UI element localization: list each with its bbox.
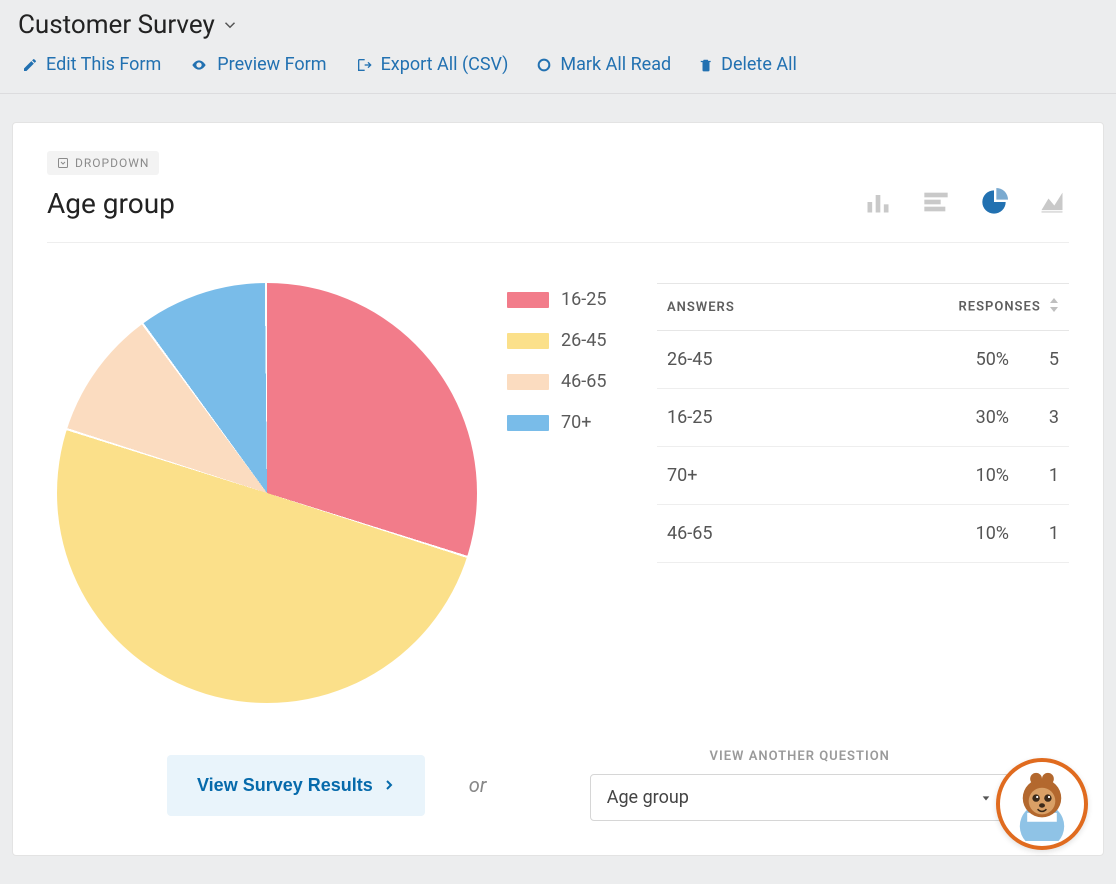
pie-chart-icon <box>977 188 1011 216</box>
table-row: 16-25 30% 3 <box>657 389 1069 447</box>
delete-all-link[interactable]: Delete All <box>699 54 797 75</box>
legend-item: 46-65 <box>507 371 637 392</box>
col-responses[interactable]: RESPONSES <box>909 284 1069 331</box>
legend-swatch <box>507 292 549 308</box>
chevron-down-icon <box>221 16 239 34</box>
legend-item: 16-25 <box>507 289 637 310</box>
view-another-question-label: VIEW ANOTHER QUESTION <box>530 749 1069 764</box>
cell-answer: 16-25 <box>657 389 909 447</box>
field-type-chip: DROPDOWN <box>47 151 159 175</box>
cell-pct: 50% <box>909 331 1019 389</box>
field-type-label: DROPDOWN <box>75 156 149 170</box>
table-row: 70+ 10% 1 <box>657 447 1069 505</box>
horizontal-bar-icon <box>919 188 953 216</box>
mark-all-read-label: Mark All Read <box>560 54 671 75</box>
bar-chart-icon <box>861 188 895 216</box>
cell-answer: 46-65 <box>657 505 909 563</box>
pie-chart <box>57 283 477 703</box>
legend-swatch <box>507 374 549 390</box>
chart-type-line[interactable] <box>1035 188 1069 220</box>
legend-item: 70+ <box>507 412 637 433</box>
chart-type-bar[interactable] <box>861 188 895 220</box>
question-title: Age group <box>47 187 175 220</box>
trash-icon <box>699 57 713 73</box>
view-survey-results-button[interactable]: View Survey Results <box>167 755 425 816</box>
cell-pct: 10% <box>909 447 1019 505</box>
export-all-label: Export All (CSV) <box>381 54 509 75</box>
legend-swatch <box>507 333 549 349</box>
export-icon <box>355 57 373 73</box>
area-chart-icon <box>1035 188 1069 216</box>
legend-label: 46-65 <box>561 371 606 392</box>
cell-pct: 10% <box>909 505 1019 563</box>
chart-legend: 16-25 26-45 46-65 70+ <box>507 283 637 453</box>
chart-type-switch <box>861 188 1069 220</box>
view-survey-results-label: View Survey Results <box>197 775 373 796</box>
cell-count: 1 <box>1019 505 1069 563</box>
sort-icon <box>1049 298 1059 316</box>
mascot-icon <box>1005 767 1079 841</box>
table-row: 26-45 50% 5 <box>657 331 1069 389</box>
cell-answer: 70+ <box>657 447 909 505</box>
legend-label: 16-25 <box>561 289 606 310</box>
legend-swatch <box>507 415 549 431</box>
preview-form-link[interactable]: Preview Form <box>189 54 326 75</box>
mark-all-read-link[interactable]: Mark All Read <box>536 54 671 75</box>
help-mascot-button[interactable] <box>996 758 1088 850</box>
chart-type-hbar[interactable] <box>919 188 953 220</box>
circle-icon <box>536 57 552 73</box>
cell-count: 5 <box>1019 331 1069 389</box>
legend-item: 26-45 <box>507 330 637 351</box>
page-title-dropdown[interactable]: Customer Survey <box>18 10 1098 40</box>
cell-count: 3 <box>1019 389 1069 447</box>
or-separator: or <box>469 773 487 797</box>
edit-form-label: Edit This Form <box>46 54 161 75</box>
question-results-card: DROPDOWN Age group 16-25 <box>12 122 1104 856</box>
export-all-link[interactable]: Export All (CSV) <box>355 54 509 75</box>
edit-form-link[interactable]: Edit This Form <box>22 54 161 75</box>
eye-icon <box>189 57 209 73</box>
preview-form-label: Preview Form <box>217 54 326 75</box>
cell-pct: 30% <box>909 389 1019 447</box>
form-actions-toolbar: Edit This Form Preview Form Export All (… <box>0 40 1116 94</box>
col-answers[interactable]: ANSWERS <box>657 284 909 331</box>
chart-type-pie[interactable] <box>977 188 1011 220</box>
table-row: 46-65 10% 1 <box>657 505 1069 563</box>
pencil-icon <box>22 57 38 73</box>
caret-down-icon <box>979 793 993 803</box>
col-responses-label: RESPONSES <box>959 299 1041 314</box>
delete-all-label: Delete All <box>721 54 797 75</box>
cell-count: 1 <box>1019 447 1069 505</box>
question-select[interactable]: Age group <box>590 774 1010 821</box>
chevron-right-icon <box>383 777 395 793</box>
legend-label: 70+ <box>561 412 591 433</box>
cell-answer: 26-45 <box>657 331 909 389</box>
page-title: Customer Survey <box>18 10 215 40</box>
question-select-value: Age group <box>607 787 689 808</box>
dropdown-icon <box>57 157 69 169</box>
responses-table: ANSWERS RESPONSES 26-45 50% 5 <box>657 283 1069 563</box>
legend-label: 26-45 <box>561 330 606 351</box>
